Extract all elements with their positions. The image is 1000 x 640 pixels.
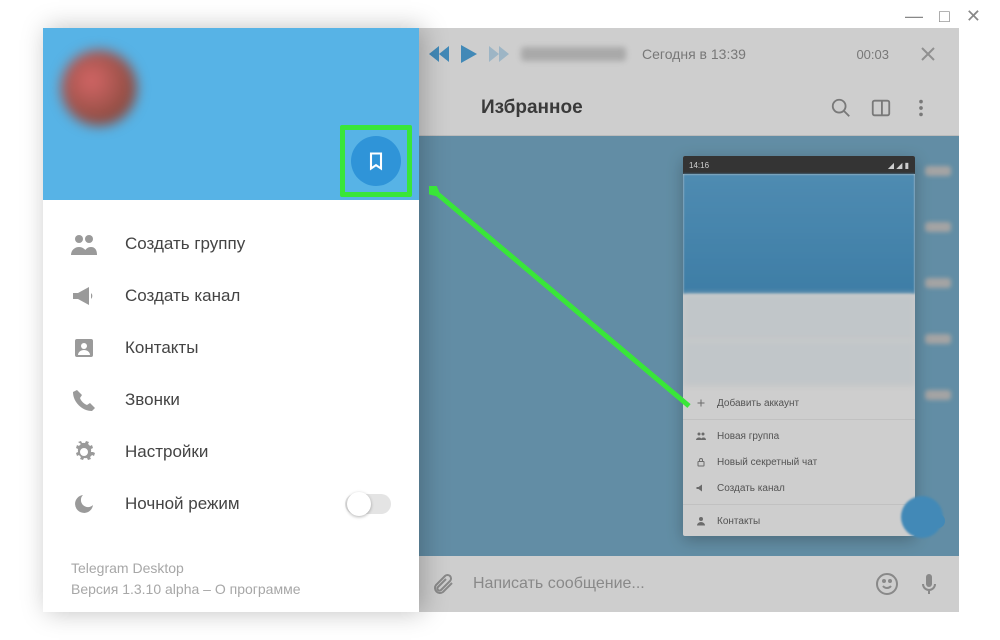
night-mode-toggle[interactable] — [345, 494, 391, 514]
gear-icon — [71, 439, 97, 465]
app-name: Telegram Desktop — [71, 558, 300, 579]
menu-contacts[interactable]: Контакты — [43, 322, 419, 374]
menu-new-group[interactable]: Создать группу — [43, 218, 419, 270]
main-menu-drawer: Создать группу Создать канал Контакты Зв… — [43, 28, 419, 612]
phone-icon — [71, 387, 97, 413]
menu-settings[interactable]: Настройки — [43, 426, 419, 478]
window-maximize[interactable]: □ — [939, 6, 950, 27]
menu-night-mode[interactable]: Ночной режим — [43, 478, 419, 530]
menu-label: Настройки — [125, 442, 208, 462]
app-version[interactable]: Версия 1.3.10 alpha – О программе — [71, 579, 300, 600]
menu-label: Ночной режим — [125, 494, 240, 514]
window-close[interactable]: ✕ — [966, 6, 981, 27]
saved-messages-button[interactable] — [351, 136, 401, 186]
menu-label: Контакты — [125, 338, 198, 358]
menu-label: Звонки — [125, 390, 180, 410]
moon-icon — [71, 491, 97, 517]
drawer-footer: Telegram Desktop Версия 1.3.10 alpha – О… — [71, 558, 300, 600]
megaphone-icon — [71, 283, 97, 309]
menu-new-channel[interactable]: Создать канал — [43, 270, 419, 322]
user-avatar[interactable] — [61, 50, 137, 126]
bookmark-icon — [366, 151, 386, 171]
menu-label: Создать канал — [125, 286, 240, 306]
menu-calls[interactable]: Звонки — [43, 374, 419, 426]
menu-label: Создать группу — [125, 234, 245, 254]
window-minimize[interactable]: — — [905, 6, 923, 27]
contact-icon — [71, 335, 97, 361]
group-icon — [71, 231, 97, 257]
drawer-header — [43, 28, 419, 200]
